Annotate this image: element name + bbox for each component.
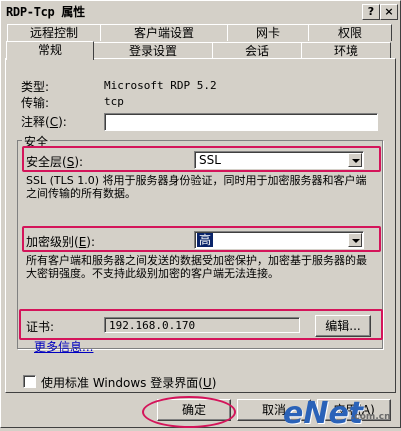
encryption-level-value: 高 [197, 233, 214, 247]
certificate-label: 证书: [26, 320, 55, 334]
transport-label: 传输: [21, 96, 50, 110]
close-button[interactable]: × [380, 4, 398, 20]
type-label: 类型: [21, 80, 50, 94]
encryption-level-select[interactable]: 高 [194, 231, 364, 249]
tab-general[interactable]: 常规 [6, 41, 94, 60]
certificate-value: 192.168.0.170 [104, 317, 300, 333]
encryption-level-description: 所有客户端和服务器之间发送的数据受加密保护，加密基于服务器的最大密钥强度。不支持… [26, 254, 367, 280]
tab-logon-settings[interactable]: 登录设置 [93, 42, 213, 59]
edit-certificate-button[interactable]: 编辑... [315, 315, 371, 337]
general-tab-panel: 类型: Microsoft RDP 5.2 传输: tcp 注释(C): 安全 … [5, 58, 396, 393]
encryption-level-dropdown[interactable] [348, 233, 362, 247]
comment-input[interactable] [104, 113, 378, 131]
chevron-down-icon [352, 159, 360, 163]
comment-label: 注释(C): [21, 115, 67, 129]
tab-client-settings[interactable]: 客户端设置 [100, 24, 228, 41]
security-layer-value: SSL [199, 153, 221, 167]
tab-remote-control[interactable]: 远程控制 [7, 24, 101, 41]
ok-button[interactable]: 确定 [157, 399, 231, 421]
use-windows-logon-label: 使用标准 Windows 登录界面(U) [41, 376, 217, 390]
tab-network-adapter[interactable]: 网卡 [227, 24, 309, 41]
security-layer-select[interactable]: SSL [194, 151, 364, 169]
more-info-link[interactable]: 更多信息... [34, 338, 93, 355]
window-title: RDP-Tcp 属性 [6, 5, 85, 19]
security-layer-dropdown[interactable] [348, 153, 362, 167]
tab-permissions[interactable]: 权限 [308, 24, 392, 41]
security-layer-label: 安全层(S): [26, 155, 84, 169]
watermark-domain: .com.cn [351, 412, 391, 422]
security-group-title: 安全 [22, 133, 51, 150]
properties-dialog: RDP-Tcp 属性 ? × 远程控制 客户端设置 网卡 权限 常规 登录设置 … [0, 0, 401, 431]
use-windows-logon-checkbox[interactable] [23, 375, 36, 388]
title-bar[interactable]: RDP-Tcp 属性 ? × [3, 3, 398, 21]
tab-environment[interactable]: 环境 [301, 42, 391, 59]
type-value: Microsoft RDP 5.2 [104, 79, 217, 92]
chevron-down-icon [352, 239, 360, 243]
transport-value: tcp [104, 95, 124, 108]
security-layer-description: SSL (TLS 1.0) 将用于服务器身份验证，同时用于加密服务器和客户端之间… [26, 174, 367, 200]
tab-sessions[interactable]: 会话 [212, 42, 302, 59]
help-button[interactable]: ? [362, 4, 380, 20]
encryption-level-label: 加密级别(E): [26, 235, 96, 249]
